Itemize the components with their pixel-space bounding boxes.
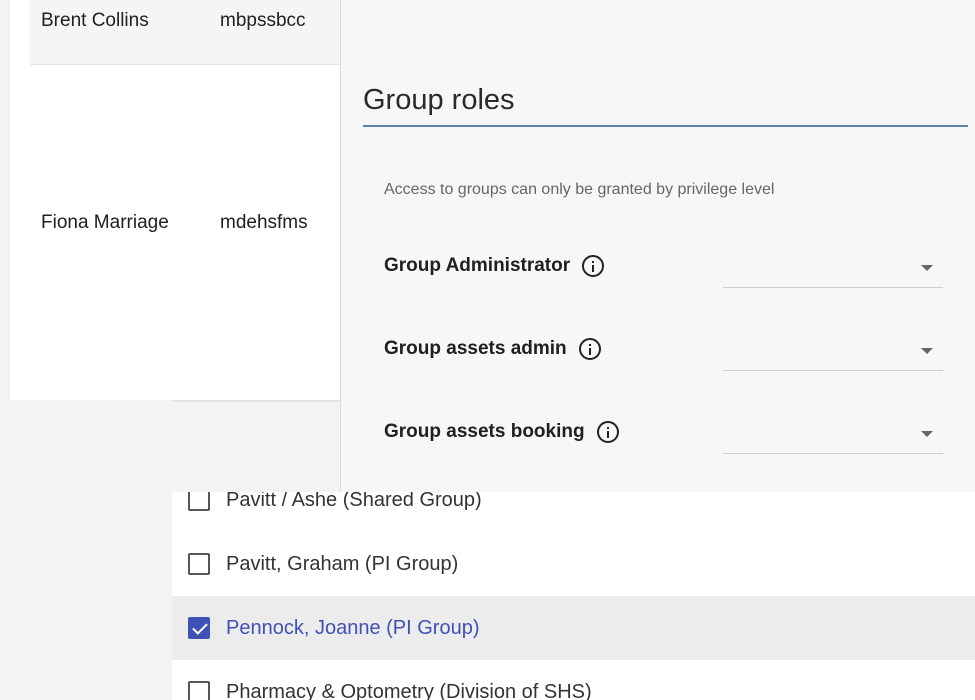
- checkbox[interactable]: [188, 681, 210, 700]
- user-name: Fiona Marriage: [41, 212, 169, 233]
- info-icon[interactable]: [578, 338, 601, 360]
- user-name: Brent Collins: [41, 10, 149, 31]
- option-label: Pavitt / Ashe (Shared Group): [226, 492, 482, 511]
- group-roles-panel: Group roles Access to groups can only be…: [340, 0, 975, 492]
- role-row-group-administrator: Group Administrator: [384, 255, 944, 305]
- role-select[interactable]: [723, 245, 943, 288]
- checkbox[interactable]: [188, 492, 210, 511]
- user-table: Brent Collins mbpssbcc Fiona Marriage md…: [10, 0, 341, 400]
- role-row-group-assets-admin: Group assets admin: [384, 338, 944, 388]
- info-icon[interactable]: [582, 255, 605, 277]
- group-option[interactable]: Pharmacy & Optometry (Division of SHS): [172, 660, 975, 700]
- role-select[interactable]: [723, 328, 943, 371]
- role-select[interactable]: [723, 411, 943, 454]
- role-label: Group assets booking: [384, 421, 585, 442]
- role-label: Group Administrator: [384, 255, 571, 276]
- group-option[interactable]: Pennock, Joanne (PI Group): [172, 596, 975, 660]
- group-option[interactable]: Pavitt, Graham (PI Group): [172, 532, 975, 596]
- option-label: Pennock, Joanne (PI Group): [226, 616, 480, 639]
- caret-down-icon: [921, 265, 933, 271]
- role-label: Group assets admin: [384, 338, 567, 359]
- group-option[interactable]: Pavitt / Ashe (Shared Group): [172, 492, 975, 532]
- access-note: Access to groups can only be granted by …: [384, 181, 775, 198]
- title-divider: [363, 125, 968, 127]
- caret-down-icon: [921, 348, 933, 354]
- table-row[interactable]: Fiona Marriage mdehsfms: [30, 65, 340, 399]
- background-area: [0, 400, 172, 700]
- caret-down-icon: [921, 431, 933, 437]
- checkbox[interactable]: [188, 553, 210, 575]
- option-label: Pharmacy & Optometry (Division of SHS): [226, 680, 592, 700]
- user-id: mbpssbcc: [220, 10, 306, 31]
- checkbox-checked[interactable]: [188, 617, 210, 639]
- group-options-list: Pavitt / Ashe (Shared Group) Pavitt, Gra…: [172, 492, 975, 700]
- info-icon[interactable]: [596, 421, 619, 443]
- table-row[interactable]: Brent Collins mbpssbcc: [30, 0, 340, 65]
- user-id: mdehsfms: [220, 212, 308, 233]
- role-row-group-assets-booking: Group assets booking: [384, 421, 944, 471]
- option-label: Pavitt, Graham (PI Group): [226, 552, 459, 575]
- panel-title: Group roles: [363, 84, 515, 116]
